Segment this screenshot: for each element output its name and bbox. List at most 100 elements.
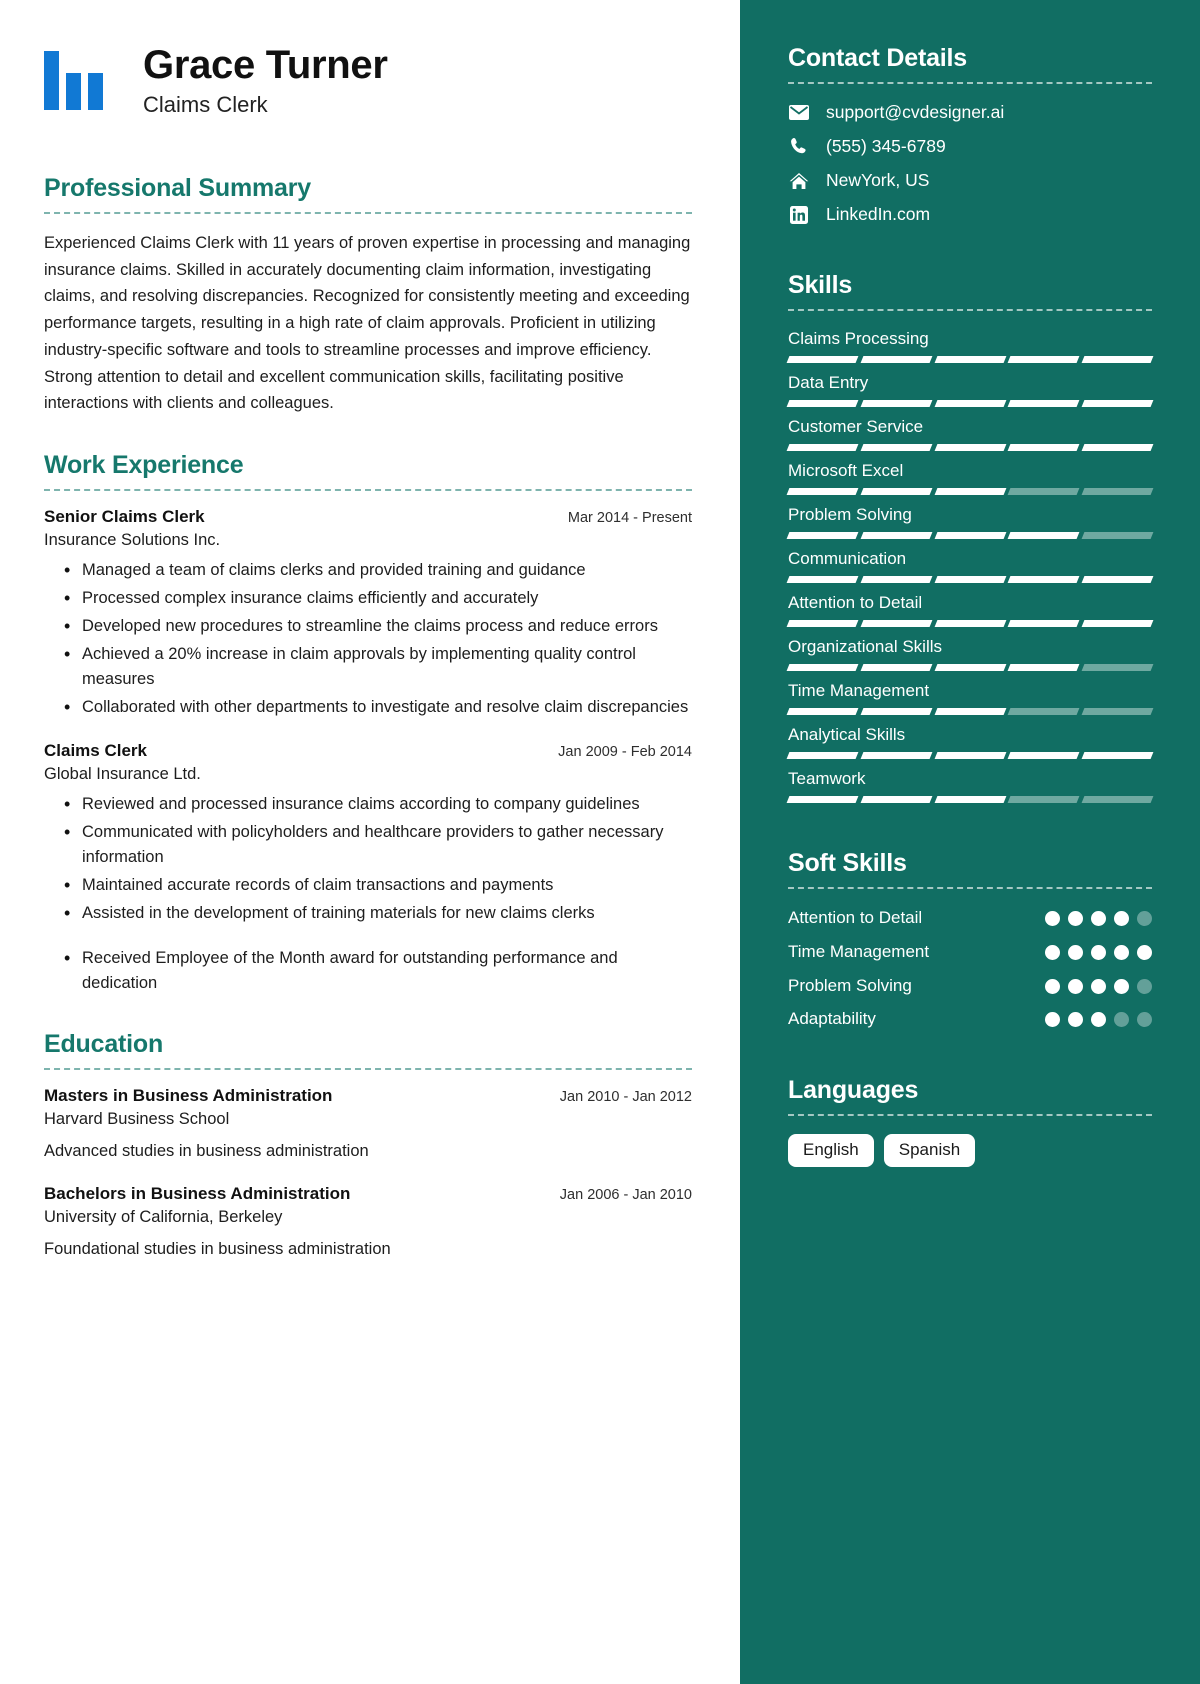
soft-skill-row: Adaptability bbox=[788, 1008, 1152, 1030]
main-column: Grace Turner Claims Clerk Professional S… bbox=[0, 0, 740, 1684]
rating-dot bbox=[1137, 1012, 1152, 1028]
skill-bar-segment bbox=[860, 708, 933, 715]
education-entry: Masters in Business Administration Jan 20… bbox=[44, 1086, 692, 1164]
skill-bar-segment bbox=[786, 576, 859, 583]
skill-bar-segment bbox=[786, 444, 859, 451]
work-entry-date: Mar 2014 - Present bbox=[567, 510, 692, 527]
skill-bar-segment bbox=[1081, 752, 1154, 759]
work-entry-role: Claims Clerk bbox=[44, 740, 147, 760]
education-entry-degree: Masters in Business Administration bbox=[44, 1086, 333, 1106]
home-icon bbox=[788, 171, 810, 191]
soft-skill-rating bbox=[1045, 941, 1152, 960]
skill-level-bar bbox=[786, 708, 1154, 715]
contact-list: support@cvdesigner.ai (555) 345-6789 NewYo… bbox=[788, 102, 1152, 225]
section-divider bbox=[788, 82, 1152, 84]
rating-dot bbox=[1114, 944, 1129, 960]
skill-bar-segment bbox=[1081, 488, 1154, 495]
summary-text: Experienced Claims Clerk with 11 years o… bbox=[44, 234, 691, 413]
work-entry-header: Senior Claims Clerk Mar 2014 - Present bbox=[44, 507, 692, 527]
skill-bar-segment bbox=[786, 752, 859, 759]
skill-bar-segment bbox=[1007, 620, 1080, 627]
section-title-education: Education bbox=[44, 1030, 164, 1059]
skill-level-bar bbox=[786, 796, 1154, 803]
bullet-item: Managed a team of claims clerks and prov… bbox=[44, 557, 692, 584]
section-title-skills: Skills bbox=[788, 271, 853, 299]
rating-dot bbox=[1137, 978, 1152, 994]
skill-bar-segment bbox=[786, 620, 859, 627]
skill-row: Teamwork bbox=[786, 769, 1154, 803]
skill-bar-segment bbox=[860, 620, 933, 627]
name-block: Grace Turner Claims Clerk bbox=[143, 42, 388, 118]
resume-page: Grace Turner Claims Clerk Professional S… bbox=[0, 0, 1200, 1684]
bullet-item: Communicated with policyholders and heal… bbox=[44, 819, 692, 870]
skill-bar-segment bbox=[1007, 356, 1080, 363]
skill-name: Microsoft Excel bbox=[788, 461, 904, 480]
contact-item[interactable]: LinkedIn.com bbox=[788, 204, 1152, 225]
skill-name: Teamwork bbox=[788, 769, 866, 788]
skill-bar-segment bbox=[860, 400, 933, 407]
contact-value: (555) 345-6789 bbox=[826, 136, 946, 156]
skill-bar-segment bbox=[1007, 752, 1080, 759]
contact-item[interactable]: support@cvdesigner.ai bbox=[788, 102, 1152, 123]
linkedin-icon bbox=[788, 205, 810, 225]
skill-row: Customer Service bbox=[786, 417, 1154, 451]
work-entry-bullets: Reviewed and processed insurance claims … bbox=[44, 790, 692, 927]
skill-name: Customer Service bbox=[788, 417, 924, 436]
contact-item[interactable]: NewYork, US bbox=[788, 170, 1152, 191]
soft-skill-row: Problem Solving bbox=[788, 975, 1152, 997]
work-entry-organization: Global Insurance Ltd. bbox=[44, 764, 201, 783]
sidebar: Contact Details support@cvdesigner.ai (55… bbox=[740, 0, 1200, 1684]
professional-summary-section: Professional Summary Experienced Claims … bbox=[44, 174, 692, 417]
skill-row: Claims Processing bbox=[786, 329, 1154, 363]
rating-dot bbox=[1114, 1012, 1129, 1028]
rating-dot bbox=[1068, 944, 1083, 960]
skill-bar-segment bbox=[786, 796, 859, 803]
skill-bar-segment bbox=[1081, 532, 1154, 539]
skill-level-bar bbox=[786, 356, 1154, 363]
rating-dot bbox=[1091, 1012, 1106, 1028]
skill-bar-segment bbox=[786, 664, 859, 671]
section-divider bbox=[788, 1114, 1152, 1116]
section-divider bbox=[44, 1068, 692, 1071]
skill-bar-segment bbox=[1007, 796, 1080, 803]
rating-dot bbox=[1045, 911, 1060, 926]
contact-item[interactable]: (555) 345-6789 bbox=[788, 136, 1152, 157]
education-entry-header: Masters in Business Administration Jan 20… bbox=[44, 1086, 692, 1106]
rating-dot bbox=[1045, 1012, 1060, 1028]
education-entry-school: Harvard Business School bbox=[44, 1110, 230, 1129]
skill-bar-segment bbox=[1081, 356, 1154, 363]
education-entry: Bachelors in Business Administration Jan … bbox=[44, 1184, 692, 1262]
skills-section: Skills Claims Processing Data Entry Custom… bbox=[786, 271, 1154, 803]
phone-icon bbox=[788, 137, 810, 157]
work-entry-list: Senior Claims Clerk Mar 2014 - Present Ins… bbox=[44, 507, 692, 996]
bullet-item: Received Employee of the Month award for… bbox=[44, 945, 692, 996]
work-entry-role: Senior Claims Clerk bbox=[44, 507, 205, 527]
skill-bar-segment bbox=[1007, 444, 1080, 451]
skill-bar-segment bbox=[1081, 708, 1154, 715]
skill-bar-segment bbox=[860, 356, 933, 363]
skill-bar-segment bbox=[860, 444, 933, 451]
skill-bar-segment bbox=[1007, 576, 1080, 583]
skill-bar-segment bbox=[860, 796, 933, 803]
skill-level-bar bbox=[786, 664, 1154, 671]
skill-level-bar bbox=[786, 620, 1154, 627]
section-title-summary: Professional Summary bbox=[44, 174, 311, 202]
skill-bar-segment bbox=[860, 576, 933, 583]
soft-skill-rating bbox=[1045, 907, 1152, 926]
education-entry-school: University of California, Berkeley bbox=[44, 1207, 283, 1226]
rating-dot bbox=[1068, 1012, 1083, 1028]
rating-dot bbox=[1045, 944, 1060, 960]
skill-bar-segment bbox=[786, 356, 859, 363]
section-divider bbox=[44, 212, 692, 214]
skill-level-bar bbox=[786, 444, 1154, 451]
skill-bar-segment bbox=[1081, 664, 1154, 671]
education-section: Education Masters in Business Administra… bbox=[44, 1030, 692, 1262]
skill-bar-segment bbox=[934, 576, 1006, 583]
education-entry-header: Bachelors in Business Administration Jan … bbox=[44, 1184, 692, 1204]
skill-bar-segment bbox=[934, 708, 1006, 715]
work-entry: Senior Claims Clerk Mar 2014 - Present Ins… bbox=[44, 507, 692, 722]
education-entry-degree: Bachelors in Business Administration bbox=[44, 1183, 351, 1203]
skill-level-bar bbox=[786, 576, 1154, 583]
candidate-name: Grace Turner bbox=[143, 43, 388, 87]
rating-dot bbox=[1091, 911, 1106, 926]
